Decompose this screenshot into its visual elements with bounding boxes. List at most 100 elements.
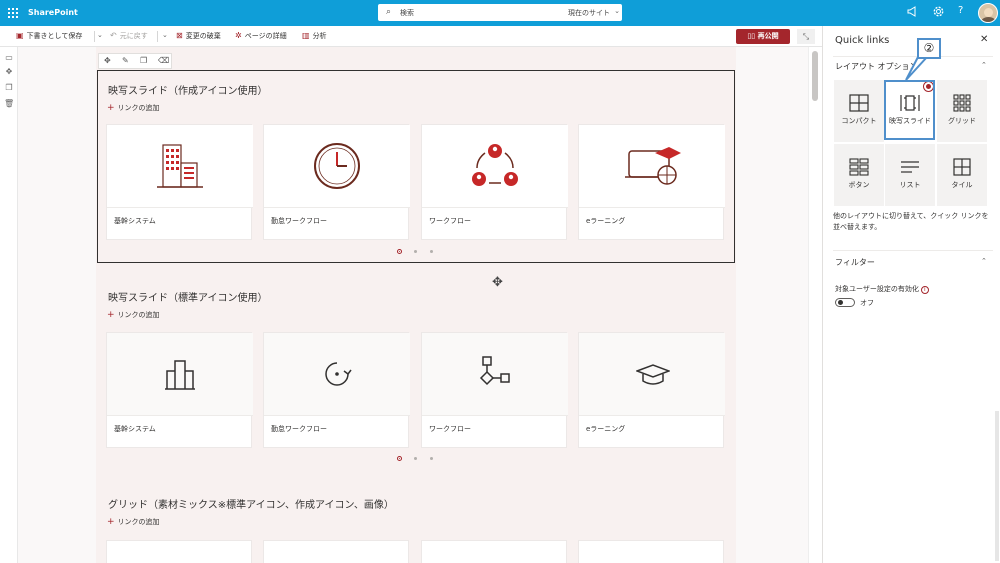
list-layout-icon <box>901 161 919 173</box>
button-layout-icon <box>849 158 869 176</box>
avatar[interactable] <box>978 3 998 23</box>
elearning-icon <box>625 147 681 185</box>
layout-grid-button[interactable]: グリッド <box>937 80 987 142</box>
discard-button[interactable]: ⊠ 変更の破棄 <box>176 31 221 41</box>
comment-icon[interactable]: ▭ <box>4 53 14 63</box>
republish-button[interactable]: ▯▯ 再公開 <box>736 29 790 44</box>
card-label: ワークフロー <box>429 217 471 225</box>
chevron-down-icon[interactable]: ⌄ <box>97 31 103 39</box>
card-label: 基幹システム <box>114 425 156 433</box>
save-draft-button[interactable]: ▣ 下書きとして保存 <box>16 31 82 41</box>
close-icon[interactable]: ✕ <box>980 34 988 45</box>
filter-section-header[interactable]: フィルター <box>835 257 875 268</box>
quick-link-card[interactable]: eラーニング <box>578 332 725 448</box>
move-icon[interactable]: ✥ <box>4 67 14 77</box>
carousel-dot[interactable] <box>414 250 417 253</box>
settings-icon: ✲ <box>235 31 242 40</box>
carousel-dot[interactable] <box>430 250 433 253</box>
gear-icon[interactable] <box>933 6 944 20</box>
quick-link-card[interactable]: 勤怠ワークフロー <box>263 124 410 240</box>
chevron-down-icon[interactable]: ⌄ <box>614 7 620 15</box>
search-box[interactable]: ⌕ 検索 現在のサイト ⌄ <box>378 4 622 21</box>
undo-icon: ↶ <box>110 31 117 40</box>
toggle-state: オフ <box>860 299 874 307</box>
card-label: ワークフロー <box>429 425 471 433</box>
suite-bar: SharePoint ⌕ 検索 現在のサイト ⌄ ? <box>0 0 1000 26</box>
add-link-button[interactable]: + リンクの追加 <box>107 310 160 320</box>
highlight-box <box>884 80 935 140</box>
carousel-dot[interactable] <box>414 457 417 460</box>
quick-link-card[interactable] <box>578 540 724 563</box>
app-launcher-icon[interactable] <box>8 8 18 18</box>
page-details-button[interactable]: ✲ ページの詳細 <box>235 31 287 41</box>
undo-button[interactable]: ↶ 元に戻す <box>110 31 148 41</box>
building-icon <box>165 360 195 390</box>
quick-link-card[interactable]: ワークフロー <box>421 332 568 448</box>
panel-title: Quick links <box>835 35 890 46</box>
card-label: 勤怠ワークフロー <box>271 217 327 225</box>
section-title: 映写スライド（標準アイコン使用） <box>108 293 268 304</box>
compact-layout-icon <box>849 94 869 112</box>
quick-link-card[interactable]: eラーニング <box>578 124 725 240</box>
workflow-people-icon <box>472 144 518 186</box>
audience-targeting-label: 対象ユーザー設定の有効化 i <box>835 284 929 294</box>
help-icon[interactable]: ? <box>958 5 963 16</box>
move-icon[interactable]: ✥ <box>104 56 111 65</box>
card-label: 基幹システム <box>114 217 156 225</box>
layout-compact-button[interactable]: コンパクト <box>834 80 884 142</box>
carousel-dot-active[interactable] <box>397 249 402 254</box>
search-icon: ⌕ <box>386 7 392 17</box>
grid-layout-icon <box>953 94 971 112</box>
layout-description: 他のレイアウトに切り替えて、クイック リンクを並べ替えます。 <box>833 212 989 231</box>
carousel-dot[interactable] <box>430 457 433 460</box>
layout-button-button[interactable]: ボタン <box>834 144 884 206</box>
search-placeholder: 検索 <box>400 9 414 17</box>
step-callout: ② <box>917 38 941 59</box>
quick-link-card[interactable] <box>421 540 567 563</box>
refresh-clock-icon <box>325 362 352 386</box>
collapse-icon[interactable]: ⤡ <box>797 29 815 44</box>
discard-icon: ⊠ <box>176 31 183 40</box>
plus-icon: + <box>107 310 115 320</box>
quick-link-card[interactable]: 基幹システム <box>106 124 253 240</box>
chevron-down-icon[interactable]: ⌄ <box>162 31 168 39</box>
save-icon: ▣ <box>16 31 24 40</box>
left-rail: ▭ ✥ ❐ 🗑︎ <box>0 47 18 563</box>
quick-link-card[interactable]: 勤怠ワークフロー <box>263 332 410 448</box>
search-scope[interactable]: 現在のサイト <box>568 8 610 18</box>
edit-icon[interactable]: ✎ <box>122 56 129 65</box>
megaphone-icon[interactable] <box>907 6 918 20</box>
quick-link-card[interactable] <box>106 540 252 563</box>
layout-tile-button[interactable]: タイル <box>937 144 987 206</box>
move-cursor-icon: ✥ <box>492 275 503 290</box>
chevron-up-icon[interactable]: ⌃ <box>981 257 987 265</box>
tile-layout-icon <box>953 158 971 176</box>
section-title: グリッド（素材ミックス※標準アイコン、作成アイコン、画像） <box>108 500 394 511</box>
callout-tail <box>905 56 928 81</box>
chevron-up-icon[interactable]: ⌃ <box>981 61 987 69</box>
section-title: 映写スライド（作成アイコン使用） <box>108 86 268 97</box>
app-name[interactable]: SharePoint <box>28 8 78 17</box>
audience-toggle[interactable] <box>835 298 855 307</box>
card-label: eラーニング <box>586 425 626 433</box>
info-icon[interactable]: i <box>920 286 929 294</box>
duplicate-icon[interactable]: ❐ <box>140 56 147 65</box>
graduation-cap-icon <box>636 364 670 385</box>
layout-list-button[interactable]: リスト <box>885 144 935 206</box>
delete-icon[interactable]: ⌫ <box>158 56 169 65</box>
webpart-toolbar: ✥ ✎ ❐ ⌫ <box>98 53 172 69</box>
quick-link-card[interactable]: ワークフロー <box>421 124 568 240</box>
command-bar: ▣ 下書きとして保存 ⌄ ↶ 元に戻す ⌄ ⊠ 変更の破棄 ✲ ページの詳細 ▥ 分析 ▯… <box>0 26 822 47</box>
quick-link-card[interactable]: 基幹システム <box>106 332 253 448</box>
analytics-button[interactable]: ▥ 分析 <box>302 31 327 41</box>
duplicate-icon[interactable]: ❐ <box>4 83 14 93</box>
add-link-button[interactable]: + リンクの追加 <box>107 103 160 113</box>
quick-link-card[interactable] <box>263 540 409 563</box>
chart-icon: ▥ <box>302 31 310 40</box>
delete-icon[interactable]: 🗑︎ <box>4 99 14 109</box>
canvas-scrollbar[interactable] <box>808 47 822 563</box>
carousel-dot-active[interactable] <box>397 456 402 461</box>
panel-scrollbar[interactable] <box>995 411 999 561</box>
add-link-button[interactable]: + リンクの追加 <box>107 517 160 527</box>
card-label: 勤怠ワークフロー <box>271 425 327 433</box>
